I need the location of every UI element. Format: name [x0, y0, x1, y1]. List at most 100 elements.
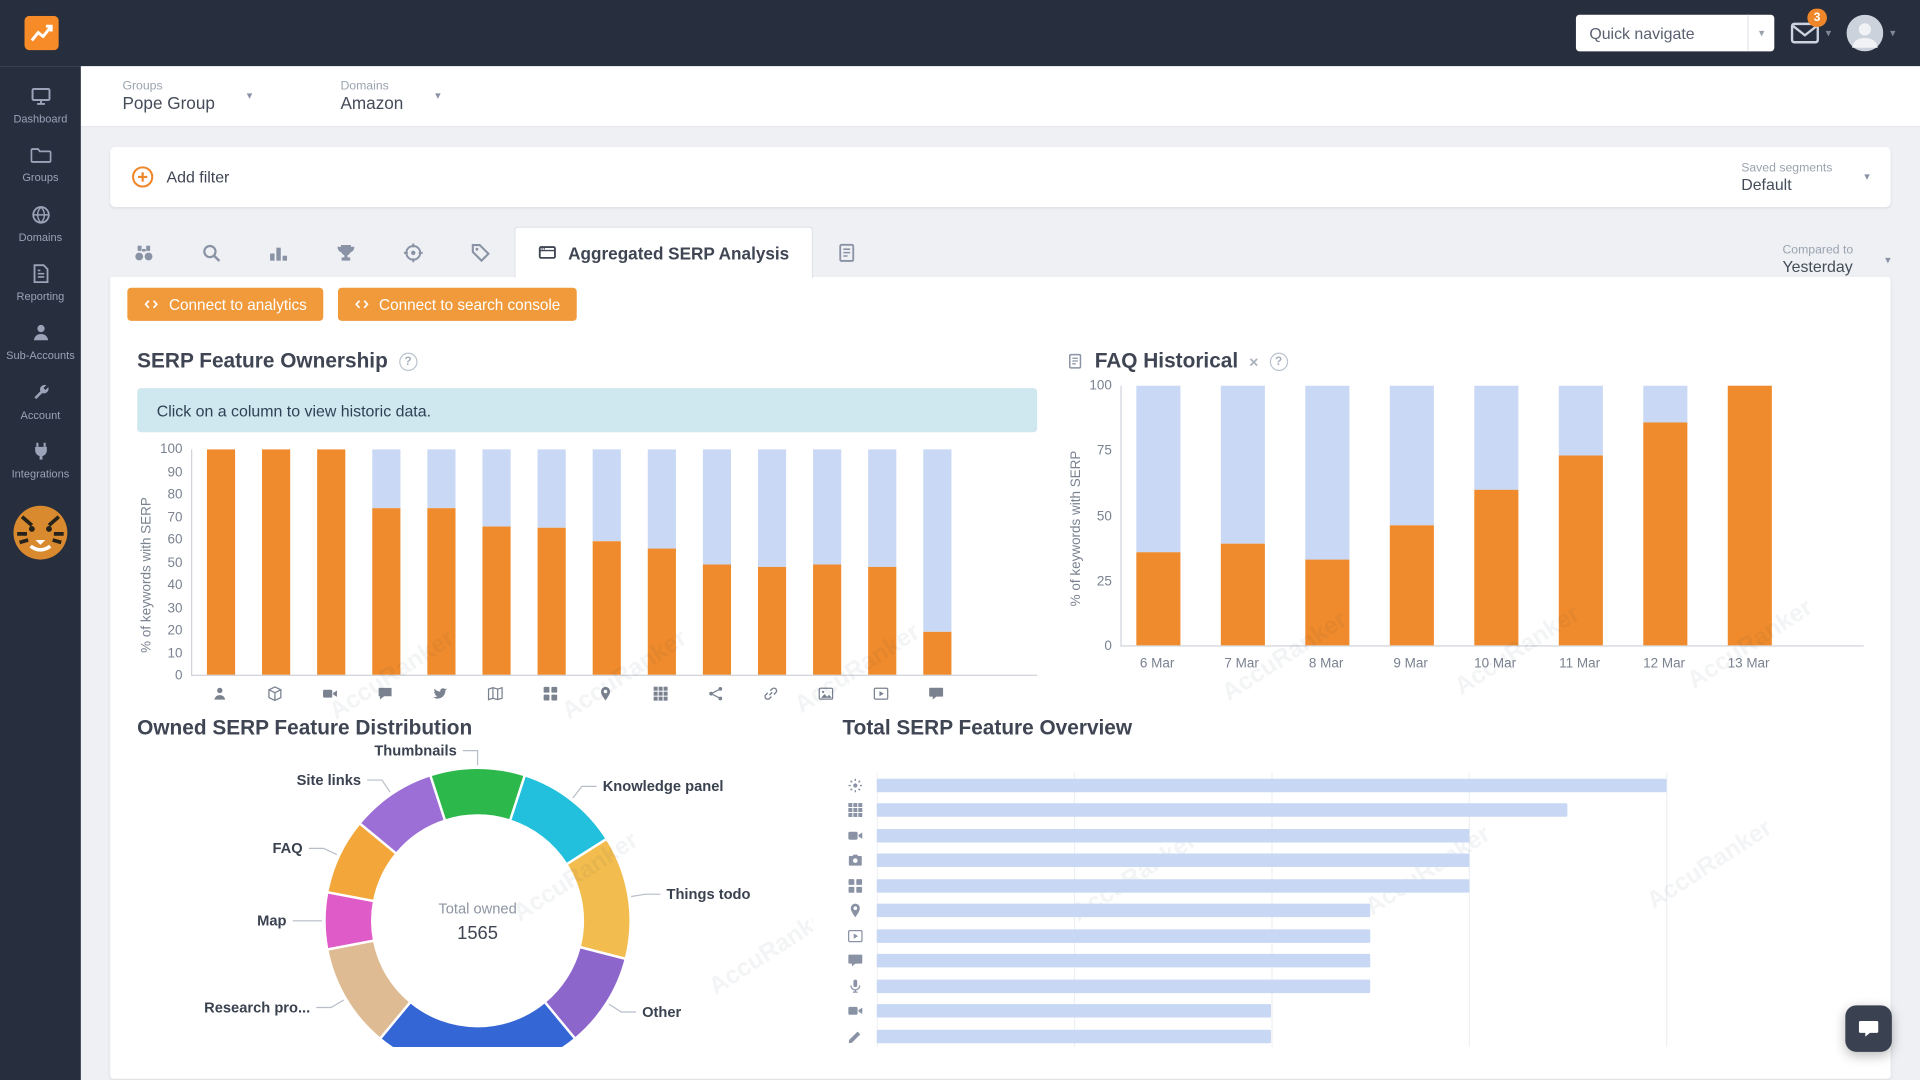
- add-filter-button[interactable]: Add filter: [131, 165, 229, 188]
- x-tick-label: 8 Mar: [1304, 656, 1348, 671]
- sidebar-item-dashboard[interactable]: Dashboard: [0, 76, 81, 135]
- bar-segment-remainder: [648, 449, 676, 548]
- notifications-mail-button[interactable]: 3 ▾: [1790, 18, 1831, 47]
- bar-segment-remainder: [813, 449, 841, 564]
- saved-segments-select[interactable]: Saved segments Default ▾: [1741, 161, 1870, 193]
- y-tick-label: 40: [167, 579, 182, 591]
- donut-label: Map: [257, 914, 286, 930]
- connect-actions: Connect to analytics Connect to search c…: [110, 277, 1890, 332]
- sidebar-item-reporting[interactable]: Reporting: [0, 254, 81, 313]
- section-title: Total SERP Feature Overview: [842, 716, 1132, 740]
- overview-row[interactable]: [842, 973, 1863, 998]
- chart-column[interactable]: [1643, 386, 1687, 646]
- accuranker-logo[interactable]: [24, 16, 58, 50]
- chart-column[interactable]: [868, 449, 896, 674]
- donut-slice-thumbnails[interactable]: [430, 768, 525, 821]
- overview-row[interactable]: [842, 773, 1863, 798]
- bar-segment-owned: [538, 528, 566, 674]
- chart-column[interactable]: [317, 449, 345, 674]
- chart-column[interactable]: [427, 449, 455, 674]
- chart-column[interactable]: [1136, 386, 1180, 646]
- overview-row[interactable]: [842, 873, 1863, 898]
- chart-column[interactable]: [1221, 386, 1265, 646]
- chart-column[interactable]: [813, 449, 841, 674]
- sidebar-item-sub-accounts[interactable]: Sub-Accounts: [0, 313, 81, 372]
- chart-column[interactable]: [538, 449, 566, 674]
- y-axis: 0102030405060708090100: [157, 449, 191, 676]
- bar-segment-remainder: [538, 449, 566, 528]
- quick-navigate-select[interactable]: Quick navigate ▾: [1576, 15, 1774, 52]
- pin-icon: [842, 903, 866, 919]
- bar-segment-owned: [1136, 552, 1180, 645]
- chart-column[interactable]: [758, 449, 786, 674]
- faq-historical-section: FAQ Historical × ? % of keywords with SE…: [1067, 349, 1864, 702]
- tab-tag[interactable]: [447, 227, 514, 278]
- chart-column[interactable]: [703, 449, 731, 674]
- tab-notes[interactable]: [812, 227, 879, 278]
- connect-to-analytics-button[interactable]: Connect to analytics: [127, 288, 322, 321]
- play-icon: [842, 928, 866, 944]
- tab-trophy[interactable]: [312, 227, 379, 278]
- overview-bar: [877, 979, 1370, 992]
- tiger-avatar[interactable]: [12, 505, 68, 567]
- sidebar-item-account[interactable]: Account: [0, 372, 81, 431]
- help-icon[interactable]: ?: [1269, 352, 1287, 370]
- bar-segment-owned: [317, 449, 345, 674]
- chevron-down-icon: ▾: [1885, 253, 1891, 266]
- chart-column[interactable]: [1559, 386, 1603, 646]
- bar-segment-owned: [1728, 386, 1772, 646]
- subaccounts-icon: [30, 323, 51, 344]
- overview-row[interactable]: [842, 898, 1863, 923]
- chart-column[interactable]: [648, 449, 676, 674]
- tab-target[interactable]: [380, 227, 447, 278]
- close-icon[interactable]: ×: [1249, 352, 1258, 370]
- domain-selector[interactable]: Domains Amazon ▾: [340, 80, 440, 113]
- sidebar-item-domains[interactable]: Domains: [0, 194, 81, 253]
- chart-column[interactable]: [1305, 386, 1349, 646]
- chart-column[interactable]: [207, 449, 235, 674]
- chart-column[interactable]: [1474, 386, 1518, 646]
- quick-navigate-label: Quick navigate: [1589, 24, 1694, 42]
- chart-column[interactable]: [372, 449, 400, 674]
- sidebar: DashboardGroupsDomainsReportingSub-Accou…: [0, 66, 81, 1080]
- overview-bar: [877, 879, 1469, 892]
- overview-row[interactable]: [842, 1024, 1863, 1047]
- total-overview-section: Total SERP Feature Overview AccuRankerAc…: [842, 716, 1863, 1047]
- tab-aggregated-serp-analysis[interactable]: Aggregated SERP Analysis: [514, 227, 812, 278]
- bar-segment-owned: [1559, 456, 1603, 645]
- overview-track: [877, 804, 1864, 817]
- y-tick-label: 10: [167, 647, 182, 659]
- tab-search[interactable]: [178, 227, 245, 278]
- chart-column[interactable]: [482, 449, 510, 674]
- analysis-tabs: Aggregated SERP Analysis Compared to Yes…: [110, 227, 1890, 278]
- chart-column[interactable]: [1390, 386, 1434, 646]
- compared-to-select[interactable]: Compared to Yesterday ▾: [1782, 244, 1890, 276]
- overview-row[interactable]: [842, 823, 1863, 848]
- chart-column[interactable]: [1728, 386, 1772, 646]
- sidebar-item-integrations[interactable]: Integrations: [0, 431, 81, 490]
- overview-row[interactable]: [842, 923, 1863, 948]
- donut-label: Other: [642, 1005, 681, 1021]
- tab-rankings[interactable]: [245, 227, 312, 278]
- donut-label: Knowledge panel: [603, 779, 724, 795]
- user-menu[interactable]: ▾: [1847, 15, 1895, 52]
- help-icon[interactable]: ?: [399, 352, 417, 370]
- sidebar-item-groups[interactable]: Groups: [0, 135, 81, 194]
- x-tick-label: 10 Mar: [1473, 656, 1517, 671]
- overview-bar: [877, 854, 1469, 867]
- overview-row[interactable]: [842, 848, 1863, 873]
- sidebar-nav: DashboardGroupsDomainsReportingSub-Accou…: [0, 76, 81, 490]
- overview-row[interactable]: [842, 798, 1863, 823]
- tab-binoculars[interactable]: [110, 227, 177, 278]
- chart-column[interactable]: [923, 449, 951, 674]
- donut-slice-tweets[interactable]: [380, 1002, 575, 1047]
- person-icon: [206, 686, 234, 702]
- overview-row[interactable]: [842, 948, 1863, 973]
- chat-launcher-button[interactable]: [1845, 1005, 1892, 1052]
- chart-column[interactable]: [262, 449, 290, 674]
- overview-row[interactable]: [842, 999, 1863, 1024]
- bar-segment-owned: [1221, 544, 1265, 645]
- chart-column[interactable]: [593, 449, 621, 674]
- connect-to-search-console-button[interactable]: Connect to search console: [337, 288, 576, 321]
- group-selector[interactable]: Groups Pope Group ▾: [122, 80, 252, 113]
